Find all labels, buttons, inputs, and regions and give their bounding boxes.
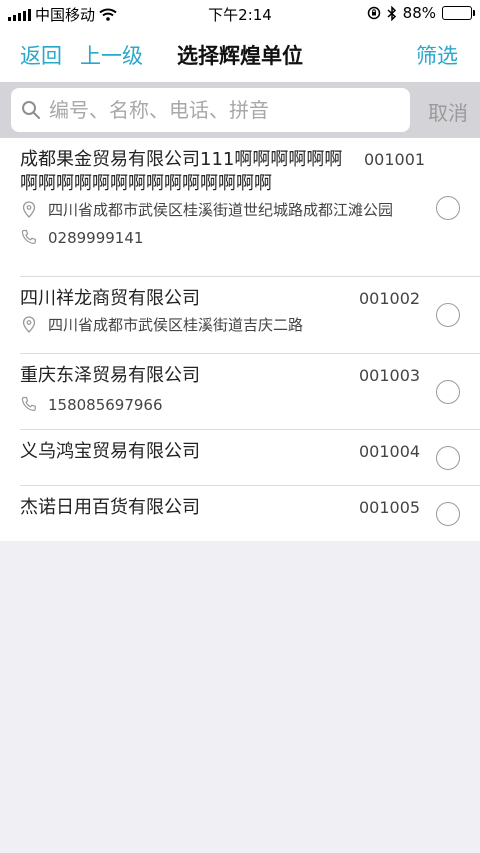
company-name: 义乌鸿宝贸易有限公司 — [20, 441, 200, 462]
select-radio[interactable] — [436, 196, 460, 220]
cancel-button[interactable]: 取消 — [428, 97, 468, 126]
list-item[interactable]: 义乌鸿宝贸易有限公司 001004 — [0, 430, 480, 486]
company-name: 杰诺日用百货有限公司 — [20, 497, 200, 518]
company-name: 重庆东泽贸易有限公司 — [20, 365, 200, 386]
bluetooth-icon — [387, 5, 396, 21]
search-bar: 取消 — [0, 82, 480, 138]
company-code: 001005 — [359, 498, 421, 517]
page-title: 选择辉煌单位 — [177, 44, 303, 68]
search-input[interactable] — [49, 98, 389, 122]
search-icon — [22, 101, 40, 119]
company-list: 成都果金贸易有限公司111啊啊啊啊啊啊啊啊啊啊啊啊啊啊啊啊啊啊啊啊 001001… — [0, 138, 480, 541]
company-phone: 0289999141 — [48, 229, 144, 247]
list-item[interactable]: 四川祥龙商贸有限公司 001002 四川省成都市武侯区桂溪街道吉庆二路 — [0, 277, 480, 354]
address-line: 四川省成都市武侯区桂溪街道吉庆二路 — [20, 315, 480, 335]
company-name: 四川祥龙商贸有限公司 — [20, 288, 200, 309]
phone-line: 158085697966 — [20, 395, 480, 415]
address-line: 四川省成都市武侯区桂溪街道世纪城路成都江滩公园 — [20, 200, 480, 220]
company-phone: 158085697966 — [48, 396, 163, 414]
status-right: 88% — [367, 4, 475, 22]
phone-icon — [21, 229, 36, 245]
company-code: 001001 — [364, 150, 426, 169]
list-item[interactable]: 成都果金贸易有限公司111啊啊啊啊啊啊啊啊啊啊啊啊啊啊啊啊啊啊啊啊 001001… — [0, 138, 480, 277]
phone-icon — [21, 396, 36, 412]
select-radio[interactable] — [436, 380, 460, 404]
location-icon — [22, 201, 36, 218]
status-bar: 中国移动 下午2:14 88% — [0, 0, 480, 26]
battery-icon — [442, 6, 475, 20]
company-address: 四川省成都市武侯区桂溪街道吉庆二路 — [48, 316, 304, 334]
orientation-lock-icon — [367, 6, 380, 20]
nav-bar: 返回 上一级 选择辉煌单位 筛选 — [0, 26, 480, 82]
location-icon — [22, 316, 36, 333]
select-radio[interactable] — [436, 446, 460, 470]
company-code: 001004 — [359, 442, 421, 461]
company-code: 001003 — [359, 366, 421, 385]
company-name: 成都果金贸易有限公司111啊啊啊啊啊啊啊啊啊啊啊啊啊啊啊啊啊啊啊啊 — [20, 149, 343, 194]
select-radio[interactable] — [436, 502, 460, 526]
battery-percent: 88% — [402, 4, 436, 22]
filter-button[interactable]: 筛选 — [416, 40, 458, 70]
company-address: 四川省成都市武侯区桂溪街道世纪城路成都江滩公园 — [48, 201, 394, 219]
select-radio[interactable] — [436, 303, 460, 327]
search-box[interactable] — [11, 88, 410, 132]
company-code: 001002 — [359, 289, 421, 308]
phone-line: 0289999141 — [20, 228, 480, 248]
list-item[interactable]: 杰诺日用百货有限公司 001005 — [0, 486, 480, 541]
list-item[interactable]: 重庆东泽贸易有限公司 001003 158085697966 — [0, 354, 480, 430]
